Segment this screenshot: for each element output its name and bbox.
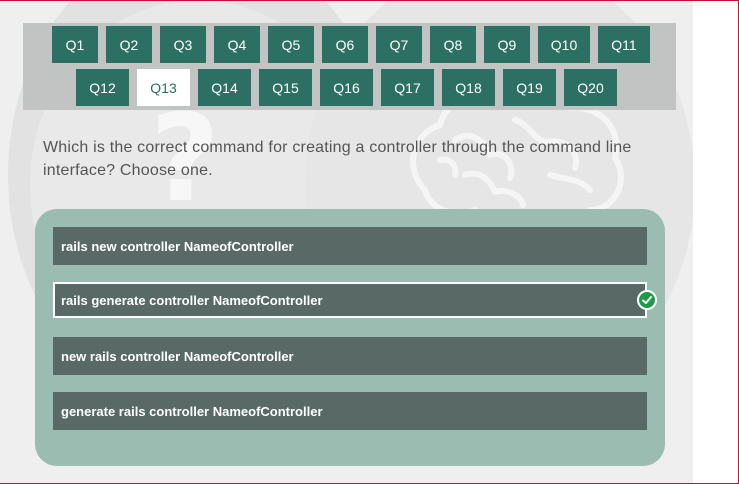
- question-nav-q5[interactable]: Q5: [268, 26, 314, 63]
- answer-option-1[interactable]: rails new controller NameofController: [53, 227, 647, 265]
- answer-label: new rails controller NameofController: [61, 348, 294, 364]
- question-navigation: Q1 Q2 Q3 Q4 Q5 Q6 Q7 Q8 Q9 Q10 Q11 Q12 Q13 Q14 Q15 Q16…: [23, 23, 676, 110]
- question-nav-q7[interactable]: Q7: [376, 26, 422, 63]
- question-nav-row-1: Q1 Q2 Q3 Q4 Q5 Q6 Q7 Q8 Q9 Q10 Q11: [52, 26, 658, 63]
- question-nav-q14[interactable]: Q14: [198, 69, 251, 106]
- answer-label: rails generate controller NameofControll…: [61, 292, 323, 308]
- answer-option-2[interactable]: rails generate controller NameofControll…: [53, 282, 657, 318]
- answer-label: generate rails controller NameofControll…: [61, 403, 323, 419]
- question-nav-q13[interactable]: Q13: [137, 69, 190, 106]
- question-nav-q10[interactable]: Q10: [538, 26, 590, 63]
- question-nav-q1[interactable]: Q1: [52, 26, 98, 63]
- question-nav-q18[interactable]: Q18: [442, 69, 495, 106]
- question-nav-q4[interactable]: Q4: [214, 26, 260, 63]
- answers-panel: rails new controller NameofController ra…: [35, 209, 665, 466]
- question-nav-q8[interactable]: Q8: [430, 26, 476, 63]
- question-nav-q2[interactable]: Q2: [106, 26, 152, 63]
- answer-option-4[interactable]: generate rails controller NameofControll…: [53, 392, 647, 430]
- question-nav-q12[interactable]: Q12: [76, 69, 129, 106]
- answer-option-3[interactable]: new rails controller NameofController: [53, 337, 647, 375]
- question-text: Which is the correct command for creatin…: [43, 139, 632, 179]
- question-nav-row-2: Q12 Q13 Q14 Q15 Q16 Q17 Q18 Q19 Q20: [76, 69, 625, 106]
- question-nav-q20[interactable]: Q20: [564, 69, 617, 106]
- question-nav-q6[interactable]: Q6: [322, 26, 368, 63]
- question-nav-q9[interactable]: Q9: [484, 26, 530, 63]
- question-nav-q17[interactable]: Q17: [381, 69, 434, 106]
- question-nav-q16[interactable]: Q16: [320, 69, 373, 106]
- question-nav-q11[interactable]: Q11: [598, 26, 650, 63]
- check-circle-icon: [637, 290, 657, 310]
- answer-label: rails new controller NameofController: [61, 238, 294, 254]
- question-nav-q15[interactable]: Q15: [259, 69, 312, 106]
- question-nav-q19[interactable]: Q19: [503, 69, 556, 106]
- question-nav-q3[interactable]: Q3: [160, 26, 206, 63]
